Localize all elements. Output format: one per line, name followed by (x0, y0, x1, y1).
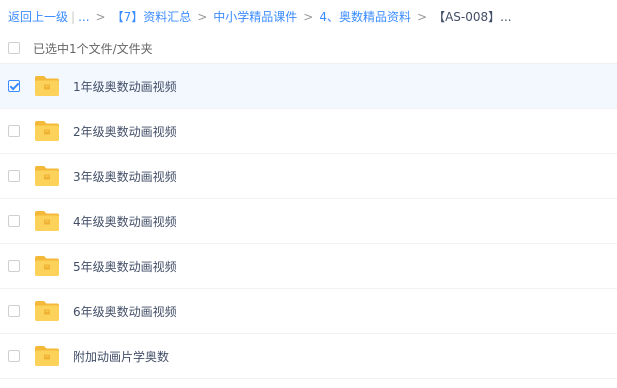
file-row[interactable]: 2年级奥数动画视频 (0, 109, 617, 154)
breadcrumb-item-olympiad[interactable]: 4、奥数精品资料 (319, 8, 411, 25)
selection-count-label: 已选中1个文件/文件夹 (33, 41, 153, 56)
row-checkbox[interactable] (8, 305, 20, 317)
breadcrumb-ellipsis[interactable]: ... (78, 10, 89, 24)
breadcrumb-item-courseware[interactable]: 中小学精品课件 (213, 8, 297, 25)
folder-icon (34, 165, 60, 187)
file-name[interactable]: 4年级奥数动画视频 (73, 213, 177, 230)
breadcrumb-separator: > (303, 9, 314, 24)
file-row[interactable]: 4年级奥数动画视频 (0, 199, 617, 244)
file-row[interactable]: 3年级奥数动画视频 (0, 154, 617, 199)
file-row[interactable]: 附加动画片学奥数 (0, 334, 617, 379)
file-row[interactable]: 6年级奥数动画视频 (0, 289, 617, 334)
row-checkbox[interactable] (8, 350, 20, 362)
row-checkbox[interactable] (8, 80, 20, 92)
file-list: 1年级奥数动画视频 2年级奥数动画视频 3年级奥数动画视频 4年级奥数动画视频 5年级奥… (0, 64, 617, 379)
folder-icon (34, 255, 60, 277)
file-row[interactable]: 5年级奥数动画视频 (0, 244, 617, 289)
breadcrumb-divider: | (71, 9, 76, 24)
folder-icon (34, 75, 60, 97)
row-checkbox[interactable] (8, 125, 20, 137)
breadcrumb-separator: > (95, 9, 106, 24)
file-name[interactable]: 附加动画片学奥数 (73, 348, 169, 365)
breadcrumb-separator: > (197, 9, 208, 24)
file-name[interactable]: 1年级奥数动画视频 (73, 78, 177, 95)
select-all-checkbox[interactable] (8, 42, 20, 54)
folder-icon (34, 300, 60, 322)
file-name[interactable]: 2年级奥数动画视频 (73, 123, 177, 140)
row-checkbox[interactable] (8, 170, 20, 182)
selection-bar: 已选中1个文件/文件夹 (0, 33, 617, 64)
row-checkbox[interactable] (8, 215, 20, 227)
file-name[interactable]: 5年级奥数动画视频 (73, 258, 177, 275)
folder-icon (34, 120, 60, 142)
breadcrumb-separator: > (417, 9, 428, 24)
breadcrumb-current: 【AS-008】... (433, 10, 512, 24)
breadcrumb-item-summary[interactable]: 【7】资料汇总 (112, 8, 192, 25)
file-name[interactable]: 3年级奥数动画视频 (73, 168, 177, 185)
folder-icon (34, 345, 60, 367)
row-checkbox[interactable] (8, 260, 20, 272)
file-name[interactable]: 6年级奥数动画视频 (73, 303, 177, 320)
folder-icon (34, 210, 60, 232)
back-link[interactable]: 返回上一级 (8, 8, 68, 25)
file-row[interactable]: 1年级奥数动画视频 (0, 64, 617, 109)
breadcrumb: 返回上一级 | ... > 【7】资料汇总 > 中小学精品课件 > 4、奥数精品… (0, 0, 617, 33)
